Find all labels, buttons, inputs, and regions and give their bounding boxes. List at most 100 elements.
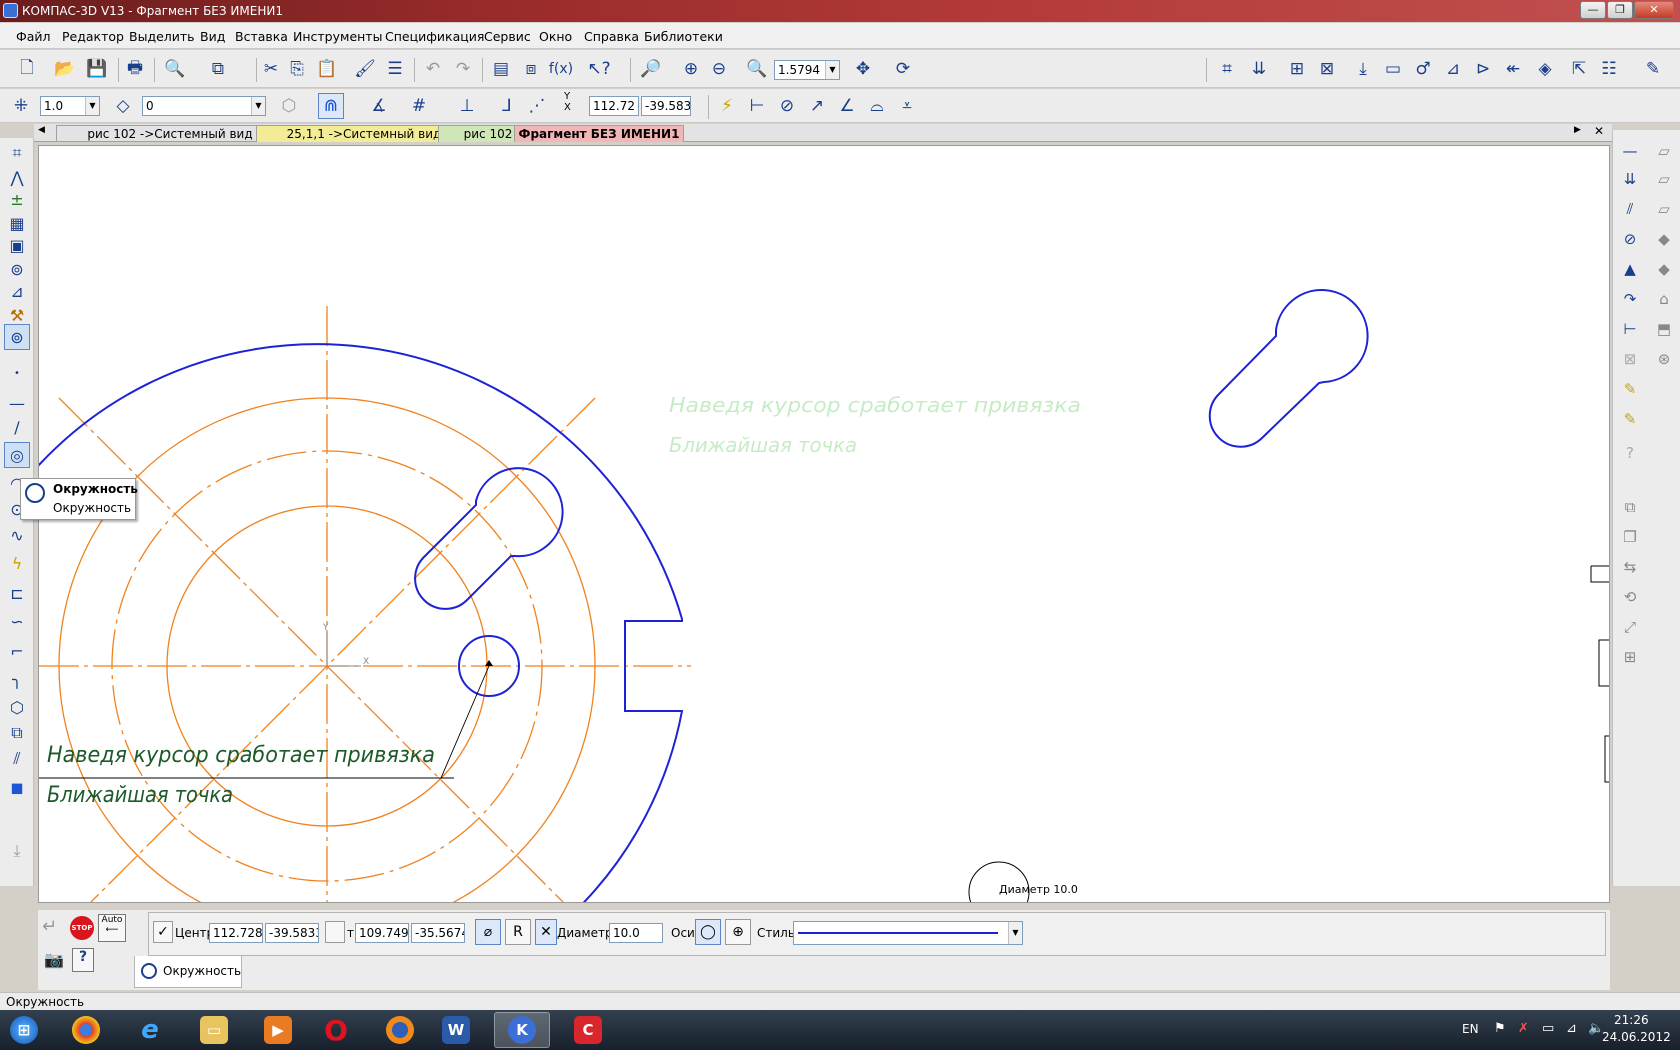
snap-grid-icon[interactable]: ⊠ <box>1314 56 1340 82</box>
tab-ris-102-system-view[interactable]: рис 102 ->Системный вид <box>56 125 284 142</box>
drawing-canvas[interactable]: X Y Наведя курсор сработает привязка Бли… <box>38 145 1610 903</box>
geometry-panel-icon[interactable]: ⌗ <box>1214 56 1240 82</box>
pencil-yellow-2-icon[interactable]: ✎ <box>1617 406 1643 432</box>
line-style-combo[interactable]: ▼ <box>793 921 1023 945</box>
taskbar-firefox[interactable] <box>370 1012 430 1048</box>
point-tool-icon[interactable]: • <box>4 360 30 386</box>
grid-toggle-icon[interactable]: # <box>406 93 432 119</box>
menu-view[interactable]: Вид <box>200 29 225 44</box>
taskbar-internet-explorer[interactable]: e <box>120 1012 180 1048</box>
params-icon[interactable]: ♂ <box>1410 56 1436 82</box>
fill-tool-icon[interactable]: ◼ <box>4 774 30 800</box>
layer-combo[interactable]: 0 ▼ <box>142 96 266 116</box>
rotate-icon[interactable]: ⟲ <box>1617 584 1643 610</box>
plane-2-icon[interactable]: ▱ <box>1651 166 1677 192</box>
taskbar-kompas[interactable]: K <box>494 1012 550 1048</box>
circle-tool-icon[interactable]: ◎ <box>4 442 30 468</box>
angle-dim-icon[interactable]: ∠ <box>834 93 860 119</box>
diameter-dim-icon[interactable]: ⊘ <box>774 93 800 119</box>
move-icon[interactable]: ⇆ <box>1617 554 1643 580</box>
line-dim-icon[interactable]: ⊢ <box>744 93 770 119</box>
stop-icon[interactable]: STOP <box>70 916 94 940</box>
ortho-mode-icon[interactable]: ⅃ <box>494 93 520 119</box>
segment-tool-icon[interactable]: ∕ <box>4 414 30 440</box>
pencil-yellow-icon[interactable]: ✎ <box>1617 376 1643 402</box>
taskbar-word[interactable]: W <box>426 1012 486 1048</box>
menu-select[interactable]: Выделить <box>129 29 195 44</box>
pencil-icon[interactable]: ✎ <box>1640 56 1666 82</box>
local-cs-icon[interactable]: ⊥ <box>454 93 480 119</box>
params-panel-icon[interactable]: ▣ <box>4 232 30 258</box>
taskbar-ascon[interactable]: C <box>560 1012 616 1048</box>
coord-y-field[interactable]: -39.583 <box>641 96 691 116</box>
language-indicator[interactable]: EN <box>1462 1022 1479 1036</box>
tab-fragment-unnamed[interactable]: Фрагмент БЕЗ ИМЕНИ1 <box>514 125 684 142</box>
arc-arrow-icon[interactable]: ↷ <box>1617 286 1643 312</box>
zoom-window-icon[interactable]: 🔎 <box>638 56 664 82</box>
dimension-12-icon[interactable]: ⊢ <box>1617 316 1643 342</box>
parallel-icon[interactable]: ⫽ <box>1617 196 1643 222</box>
edit-icon[interactable]: ▭ <box>1380 56 1406 82</box>
solid-icon[interactable]: ◆ <box>1651 226 1677 252</box>
report-icon[interactable]: ☷ <box>1596 56 1622 82</box>
geometry-panel-icon[interactable]: ⌗ <box>4 140 30 166</box>
undo-icon[interactable]: ↶ <box>420 56 446 82</box>
hatch-tool-icon[interactable]: ⫽ <box>4 746 30 772</box>
new-file-icon[interactable]: 🗋 <box>14 56 40 82</box>
style-icon[interactable]: ⬡ <box>276 93 302 119</box>
geometry-active-icon[interactable]: ⊚ <box>4 324 30 350</box>
arc-dim-icon[interactable]: ⌓ <box>864 93 890 119</box>
zoom-combo[interactable]: 1.5794 ▼ <box>774 60 840 80</box>
axis-line-icon[interactable]: — <box>4 390 30 416</box>
zoom-out-icon[interactable]: ⊖ <box>706 56 732 82</box>
step-cursor-icon[interactable]: ⁜ <box>8 93 34 119</box>
properties-icon[interactable]: ☰ <box>382 56 408 82</box>
taskbar-file-explorer[interactable]: ▭ <box>184 1012 244 1048</box>
open-file-icon[interactable]: 📂 <box>52 56 78 82</box>
menu-help[interactable]: Справка <box>584 29 639 44</box>
disabled-tool-icon[interactable]: ⊠ <box>1617 346 1643 372</box>
tabs-close-icon[interactable]: ✕ <box>1594 124 1604 138</box>
copy-block-icon[interactable]: ❐ <box>1617 524 1643 550</box>
clock-time[interactable]: 21:26 <box>1614 1013 1649 1027</box>
radius-dim-icon[interactable]: ↗ <box>804 93 830 119</box>
zoom-in-icon[interactable]: ⊕ <box>678 56 704 82</box>
flag-tray-icon[interactable]: ⚑ <box>1494 1021 1506 1036</box>
close-button[interactable]: ✕ <box>1634 1 1674 19</box>
menu-editor[interactable]: Редактор <box>62 29 124 44</box>
enter-arrow-icon[interactable]: ↵ <box>42 916 57 937</box>
layer-icon[interactable]: ◇ <box>110 93 136 119</box>
save-icon[interactable]: 💾 <box>84 56 110 82</box>
properties-tab-circle[interactable]: Окружность <box>134 956 242 988</box>
context-help-icon[interactable]: ↖? <box>586 56 612 82</box>
spec-icon[interactable]: ⇱ <box>1566 56 1592 82</box>
solid-2-icon[interactable]: ◆ <box>1651 256 1677 282</box>
print-icon[interactable]: 🖶 <box>122 56 148 82</box>
layers-manager-icon[interactable]: ▤ <box>488 56 514 82</box>
library-manager-icon[interactable]: ⧈ <box>518 56 544 82</box>
menu-file[interactable]: Файл <box>16 29 51 44</box>
redo-icon[interactable]: ↷ <box>450 56 476 82</box>
ortho-icon[interactable]: ∡ <box>366 93 392 119</box>
battery-tray-icon[interactable]: ▭ <box>1542 1021 1554 1036</box>
minimize-button[interactable]: — <box>1580 1 1606 19</box>
help-icon[interactable]: ? <box>1617 440 1643 466</box>
sphere-icon[interactable]: ⊛ <box>1651 346 1677 372</box>
taskbar-opera[interactable]: O <box>306 1012 366 1048</box>
triangle-icon[interactable]: ▲ <box>1617 256 1643 282</box>
taskbar-media-player[interactable]: ▶ <box>248 1012 308 1048</box>
coord-x-field[interactable]: 112.72 <box>589 96 639 116</box>
point-y-field[interactable]: -35.5674 <box>411 923 465 943</box>
radius-mode-button[interactable]: R <box>505 919 531 945</box>
help-button[interactable]: ? <box>72 948 94 972</box>
polygon-tool-icon[interactable]: ⬡ <box>4 694 30 720</box>
network-signal-icon[interactable]: ⊿ <box>1566 1021 1577 1036</box>
plane-3-icon[interactable]: ▱ <box>1651 196 1677 222</box>
check-icon[interactable]: ✓ <box>153 921 173 943</box>
menu-service[interactable]: Сервис <box>484 29 531 44</box>
diameter-lock-icon[interactable]: ✕ <box>535 919 557 945</box>
circle-tangent-icon[interactable]: ⊘ <box>1617 226 1643 252</box>
auto-create-button[interactable]: Auto ⟵ <box>98 914 126 942</box>
spline-tool-icon[interactable]: ∿ <box>4 522 30 548</box>
offset-tool-icon[interactable]: ⧉ <box>4 720 30 746</box>
